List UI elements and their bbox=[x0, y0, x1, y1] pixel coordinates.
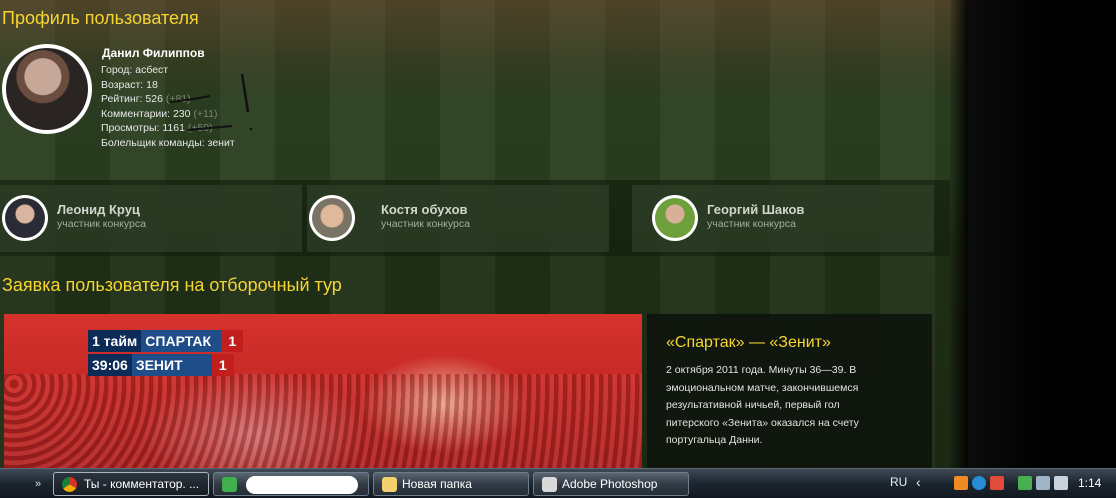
score-time: 39:06 bbox=[88, 354, 132, 376]
profile-title: Профиль пользователя bbox=[2, 8, 199, 28]
pen-scribble-annotation bbox=[169, 73, 253, 131]
taskbar-label: Новая папка bbox=[402, 477, 472, 491]
match-description: 2 октября 2011 года. Минуты 36—39. В эмо… bbox=[666, 364, 859, 446]
page-background: Профиль пользователя Данил Филиппов Горо… bbox=[0, 0, 968, 468]
tray-app-icon[interactable] bbox=[990, 476, 1004, 490]
language-indicator[interactable]: RU bbox=[890, 475, 907, 489]
empty-area bbox=[968, 0, 1098, 468]
match-title[interactable]: «Спартак» — «Зенит» bbox=[666, 334, 831, 352]
stat-rating-value: Рейтинг: 526 bbox=[101, 93, 163, 105]
folder-icon bbox=[382, 477, 397, 492]
tray-app-icon[interactable] bbox=[972, 476, 986, 490]
taskbar: » Ты - комментатор. ... Новая папка Adob… bbox=[0, 468, 1116, 498]
score-period: 1 тайм bbox=[88, 330, 142, 352]
participant-avatar[interactable] bbox=[309, 195, 355, 241]
show-hidden-icons-chevron-icon[interactable]: ‹ bbox=[916, 474, 921, 490]
quick-launch-chevron-icon[interactable]: » bbox=[30, 474, 46, 494]
match-description-card: «Спартак» — «Зенит» 2 октября 2011 года.… bbox=[647, 314, 932, 468]
score-team2-goals: 1 bbox=[211, 354, 234, 376]
clock[interactable]: 1:14 bbox=[1078, 476, 1101, 490]
avatar-photo bbox=[6, 48, 88, 130]
participant-card[interactable]: Костя обухов участник конкурса bbox=[307, 185, 609, 252]
participant-avatar[interactable] bbox=[2, 195, 48, 241]
score-team1-goals: 1 bbox=[221, 330, 244, 352]
tray-app-icon[interactable] bbox=[1036, 476, 1050, 490]
participant-name[interactable]: Костя обухов bbox=[381, 202, 468, 217]
score-team1: СПАРТАК М bbox=[141, 330, 222, 371]
taskbar-button-chrome[interactable]: Ты - комментатор. ... bbox=[53, 472, 209, 496]
participant-card[interactable]: Георгий Шаков участник конкурса bbox=[632, 185, 934, 252]
score-team2: ЗЕНИТ bbox=[131, 354, 212, 376]
profile-name[interactable]: Данил Филиппов bbox=[102, 46, 205, 60]
taskbar-button-folder[interactable]: Новая папка bbox=[373, 472, 529, 496]
participant-role: участник конкурса bbox=[57, 218, 146, 230]
participant-avatar[interactable] bbox=[652, 195, 698, 241]
redacted-mark bbox=[246, 476, 358, 494]
participant-role: участник конкурса bbox=[381, 218, 470, 230]
tray-app-icon[interactable] bbox=[954, 476, 968, 490]
participant-card[interactable]: Леонид Круц участник конкурса bbox=[0, 185, 302, 252]
video-player[interactable]: 1 тайм СПАРТАК М 1 39:06 ЗЕНИТ 1 bbox=[4, 314, 642, 468]
participant-role: участник конкурса bbox=[707, 218, 796, 230]
notepad-icon bbox=[222, 477, 237, 492]
profile-avatar[interactable] bbox=[2, 44, 92, 134]
chrome-icon bbox=[62, 477, 77, 492]
taskbar-button-photoshop[interactable]: Adobe Photoshop bbox=[533, 472, 689, 496]
network-icon[interactable] bbox=[1018, 476, 1032, 490]
taskbar-label: Ты - комментатор. ... bbox=[84, 477, 200, 491]
taskbar-label: Adobe Photoshop bbox=[562, 477, 658, 491]
photoshop-icon bbox=[542, 477, 557, 492]
scoreboard: 1 тайм СПАРТАК М 1 39:06 ЗЕНИТ 1 bbox=[88, 330, 244, 378]
participant-name[interactable]: Леонид Круц bbox=[57, 202, 140, 217]
volume-icon[interactable] bbox=[1054, 476, 1068, 490]
entry-title: Заявка пользователя на отборочный тур bbox=[2, 275, 342, 295]
participant-name[interactable]: Георгий Шаков bbox=[707, 202, 804, 217]
